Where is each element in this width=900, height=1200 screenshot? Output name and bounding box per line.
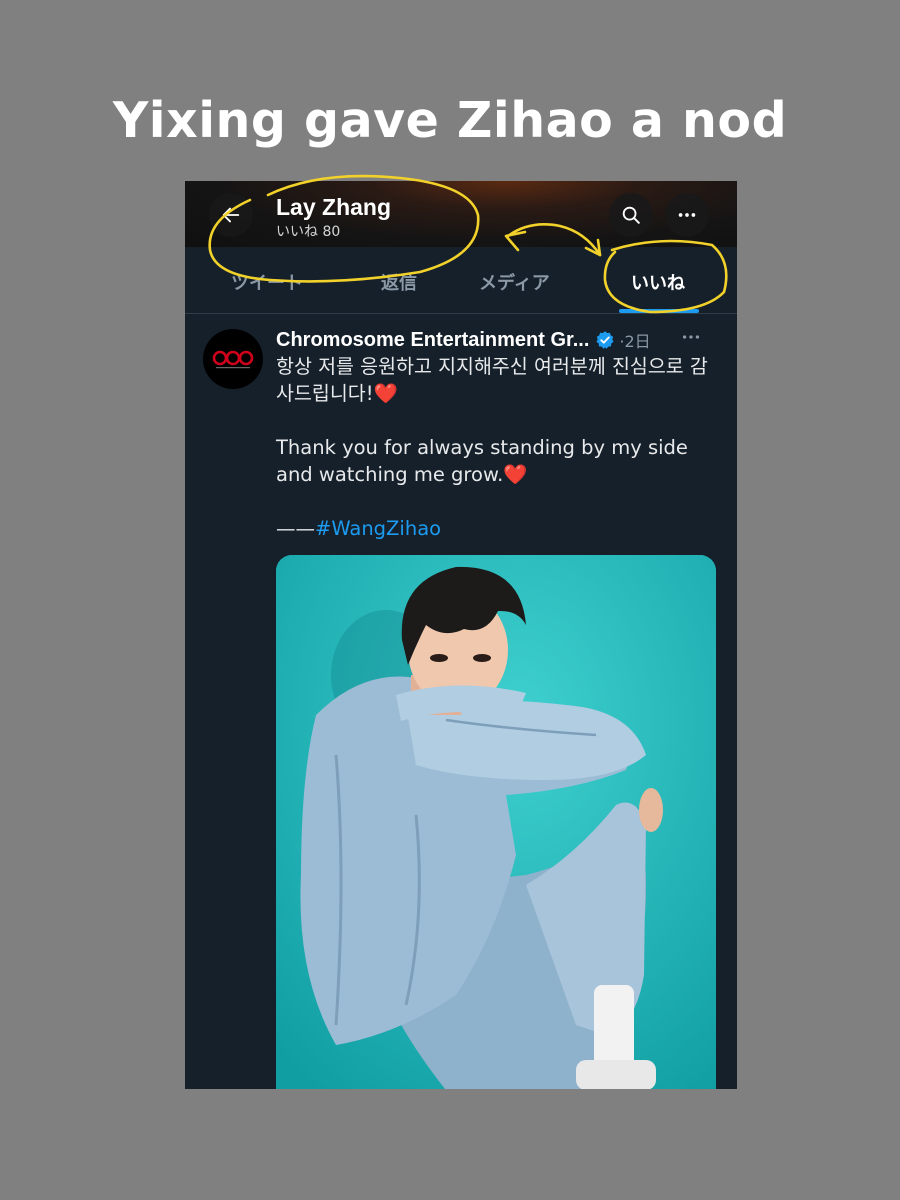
tweet-photo[interactable]: [276, 555, 716, 1089]
tab-likes[interactable]: いいね: [631, 269, 685, 295]
heart-emoji: ❤️: [373, 382, 398, 405]
search-button[interactable]: [609, 193, 653, 237]
em-dash: ——: [276, 517, 315, 540]
phone-screenshot: Lay Zhang いいね 80 ツイート 返信 メディア いいね Chromo…: [185, 181, 737, 1089]
tweet-text-korean: 항상 저를 응원하고 지지해주신 여러분께 진심으로 감사드립니다!: [276, 355, 708, 405]
tweet-text-english: Thank you for always standing by my side…: [276, 436, 688, 486]
heart-emoji: ❤️: [503, 463, 528, 486]
arrow-left-icon: [222, 207, 240, 223]
profile-header: Lay Zhang いいね 80: [185, 181, 737, 247]
profile-name: Lay Zhang: [276, 194, 392, 220]
page-caption: Yixing gave Zihao a nod: [112, 92, 788, 149]
tweet-body: 항상 저를 응원하고 지지해주신 여러분께 진심으로 감사드립니다!❤️ Tha…: [276, 353, 724, 542]
post-more-icon[interactable]: [680, 326, 702, 352]
author-name[interactable]: Chromosome Entertainment Gr...: [276, 329, 589, 352]
tab-media[interactable]: メディア: [479, 269, 550, 295]
chromosome-logo: [212, 350, 254, 369]
likes-count: いいね 80: [276, 224, 341, 240]
hashtag-link[interactable]: #WangZihao: [315, 517, 441, 540]
post-timestamp[interactable]: ·2日: [619, 328, 650, 352]
tab-replies[interactable]: 返信: [381, 269, 417, 295]
more-horizontal-icon: [678, 213, 696, 217]
photo-illustration: [276, 555, 716, 1089]
avatar[interactable]: [203, 329, 263, 389]
active-tab-indicator: [619, 309, 699, 313]
tab-tweets[interactable]: ツイート: [231, 269, 303, 295]
search-icon: [622, 206, 640, 224]
more-button[interactable]: [665, 193, 709, 237]
back-button[interactable]: [209, 193, 253, 237]
verified-badge-icon: [595, 330, 615, 350]
profile-tabs: ツイート 返信 メディア いいね: [185, 247, 737, 314]
post-header: Chromosome Entertainment Gr... ·2日: [276, 326, 724, 354]
